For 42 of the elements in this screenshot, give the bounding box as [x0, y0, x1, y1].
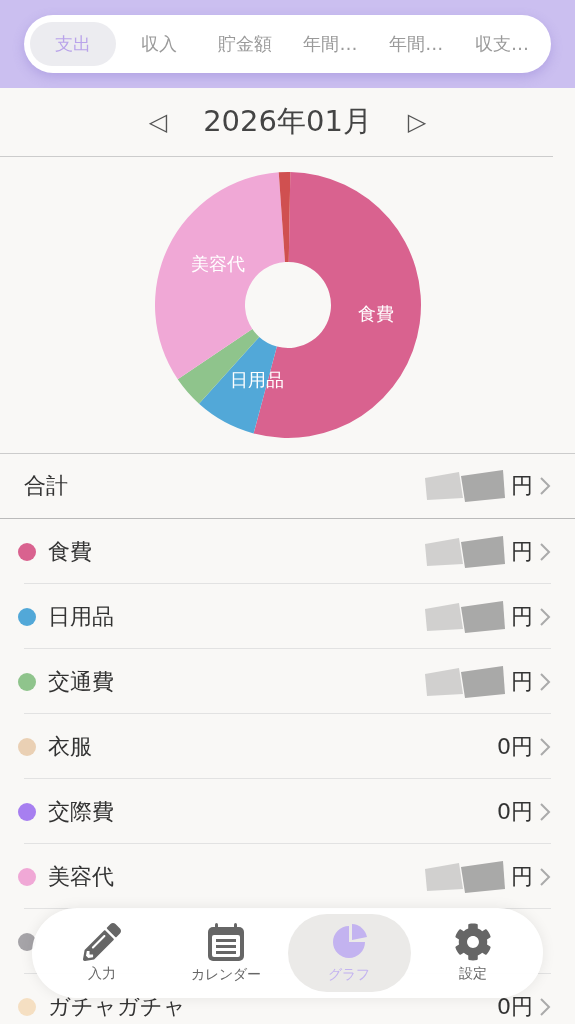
- category-amount: 円: [511, 667, 533, 696]
- slice-label: 日用品: [229, 369, 284, 390]
- category-name: ガチャガチャ: [48, 992, 187, 1021]
- nav-tab[interactable]: カレンダー: [163, 914, 288, 992]
- category-name: 食費: [48, 537, 93, 566]
- slice-label: 食費: [357, 303, 394, 324]
- tab[interactable]: 年間…: [373, 22, 460, 66]
- total-amount: 円: [511, 472, 533, 500]
- total-label: 合計: [24, 472, 69, 500]
- chevron-icon: [539, 476, 551, 496]
- chevron-icon: [539, 736, 551, 757]
- previous-month-button[interactable]: ◁: [148, 108, 168, 136]
- category-name: 交際費: [48, 797, 115, 826]
- tab[interactable]: 支出: [30, 22, 116, 66]
- category-name: 交通費: [48, 667, 115, 696]
- chevron-icon: [539, 996, 551, 1017]
- category-amount: 円: [511, 537, 533, 566]
- nav-tab[interactable]: 入力: [40, 914, 164, 992]
- category-amount: 0円: [497, 732, 533, 761]
- nav-tab[interactable]: 設定: [411, 914, 535, 992]
- tab[interactable]: 収入: [115, 22, 202, 66]
- chevron-icon: [539, 866, 551, 887]
- slice-label: 美容代: [190, 253, 245, 274]
- tab[interactable]: 収支…: [459, 22, 545, 66]
- tab[interactable]: 貯金額: [201, 22, 288, 66]
- pencil-icon: [82, 923, 121, 961]
- category-amount: 円: [511, 602, 533, 631]
- next-month-button[interactable]: ▷: [407, 108, 427, 136]
- category-name: 衣服: [48, 732, 93, 761]
- tab[interactable]: 年間…: [287, 22, 374, 66]
- chevron-icon: [539, 801, 551, 822]
- category-name: 日用品: [48, 602, 115, 631]
- chevron-icon: [539, 606, 551, 627]
- category-amount: 0円: [497, 797, 533, 826]
- category-amount: 0円: [497, 992, 533, 1021]
- chevron-icon: [539, 541, 551, 562]
- category-amount: 円: [511, 862, 533, 891]
- month-label: 2026年01月: [203, 103, 372, 140]
- category-name: 美容代: [48, 862, 115, 891]
- settings-icon: [454, 923, 493, 961]
- chevron-icon: [539, 671, 551, 692]
- calendar-icon: [205, 922, 246, 962]
